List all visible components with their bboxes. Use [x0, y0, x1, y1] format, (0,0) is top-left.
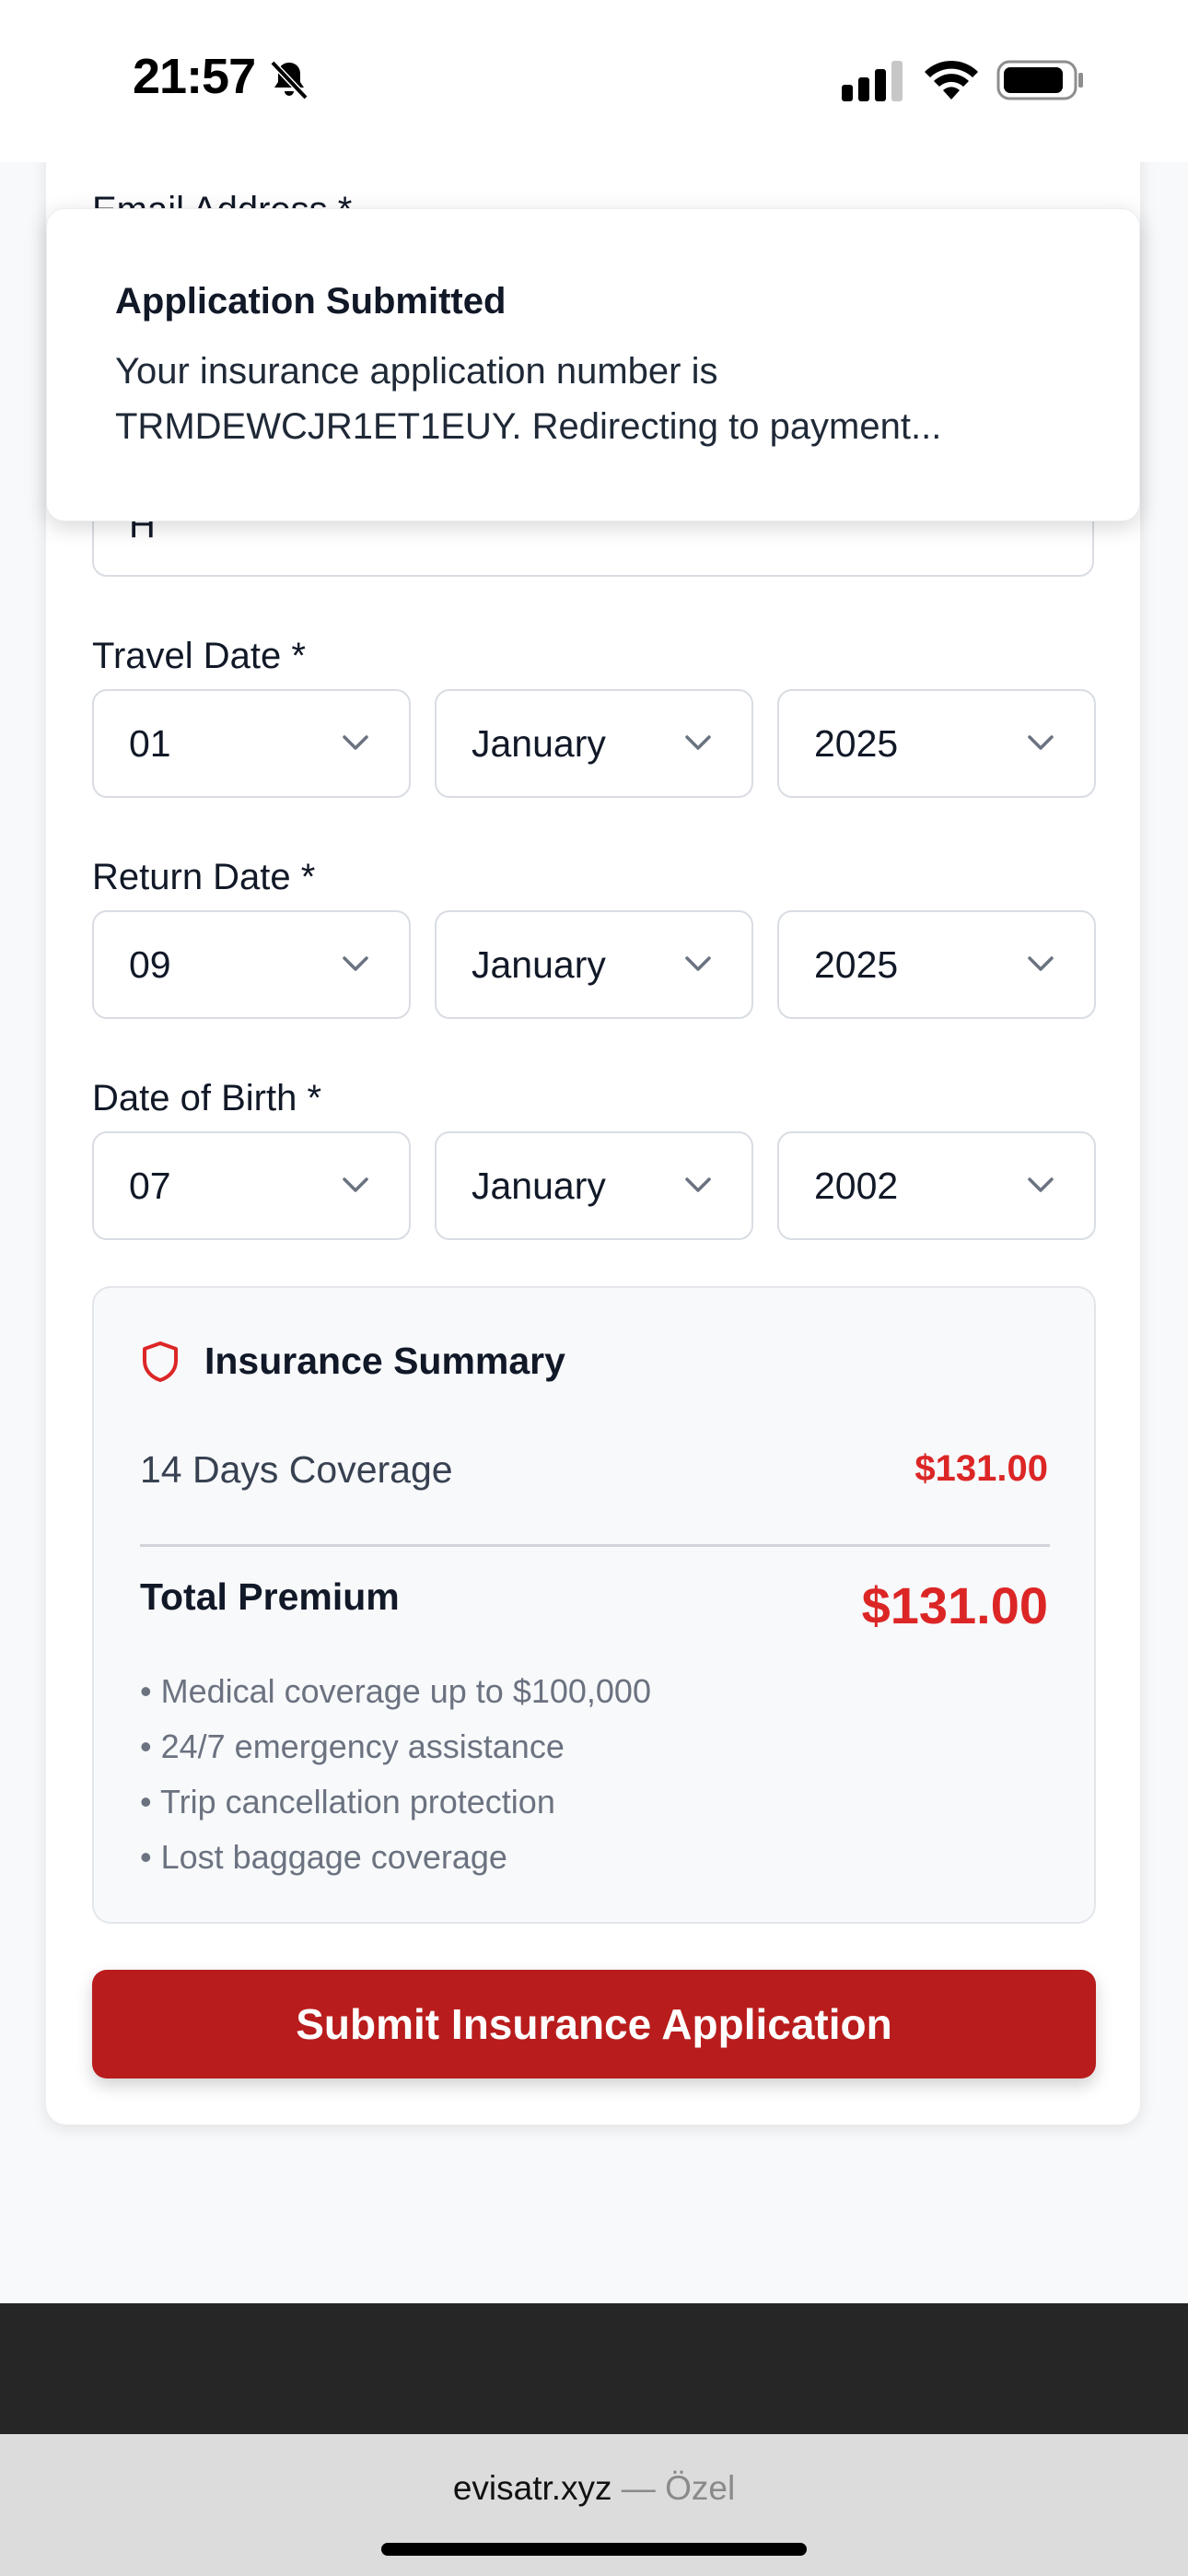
toast-message: Your insurance application number is TRM… [115, 351, 942, 447]
dob-label: Date of Birth * [92, 1078, 322, 1118]
summary-divider [140, 1544, 1050, 1547]
chevron-down-icon [685, 1177, 711, 1192]
coverage-label: 14 Days Coverage [140, 1448, 453, 1491]
chevron-down-icon [1028, 956, 1054, 971]
coverage-features-list: • Medical coverage up to $100,000 • 24/7… [140, 1664, 651, 1885]
chevron-down-icon [685, 956, 711, 971]
url-separator: — [611, 2469, 666, 2507]
dob-day-select[interactable]: 07 [92, 1131, 411, 1240]
cellular-signal-icon [842, 61, 903, 101]
dob-month-value: January [472, 1165, 606, 1207]
chevron-down-icon [685, 735, 711, 750]
battery-icon [996, 60, 1083, 100]
travel-day-select[interactable]: 01 [92, 689, 411, 798]
dob-year-select[interactable]: 2002 [777, 1131, 1096, 1240]
chevron-down-icon [343, 735, 368, 750]
url-domain: evisatr.xyz [452, 2469, 612, 2507]
chevron-down-icon [343, 1177, 368, 1192]
home-indicator[interactable] [381, 2543, 807, 2556]
return-month-select[interactable]: January [435, 910, 753, 1019]
return-day-select[interactable]: 09 [92, 910, 411, 1019]
total-premium-price: $131.00 [861, 1576, 1048, 1634]
feature-item: • Lost baggage coverage [140, 1838, 507, 1876]
travel-year-value: 2025 [814, 722, 899, 765]
toast-title: Application Submitted [115, 281, 507, 322]
return-date-label: Return Date * [92, 857, 316, 897]
url-display: evisatr.xyz — Özel [0, 2469, 1188, 2508]
return-year-value: 2025 [814, 943, 899, 986]
chevron-down-icon [343, 956, 368, 971]
submit-application-button[interactable]: Submit Insurance Application [92, 1970, 1096, 2078]
chevron-down-icon [1028, 1177, 1054, 1192]
status-time: 21:57 [133, 49, 256, 104]
feature-item: • Medical coverage up to $100,000 [140, 1672, 651, 1710]
return-year-select[interactable]: 2025 [777, 910, 1096, 1019]
bell-slash-icon [270, 60, 309, 100]
travel-month-select[interactable]: January [435, 689, 753, 798]
dob-year-value: 2002 [814, 1165, 899, 1207]
status-bar: 21:57 [0, 0, 1188, 162]
summary-title: Insurance Summary [204, 1340, 565, 1382]
shield-icon [143, 1341, 178, 1382]
browser-toolbar-background [0, 2303, 1188, 2434]
feature-item: • Trip cancellation protection [140, 1783, 555, 1821]
chevron-down-icon [1028, 735, 1054, 750]
dob-month-select[interactable]: January [435, 1131, 753, 1240]
private-browsing-label: Özel [665, 2469, 736, 2507]
travel-date-label: Travel Date * [92, 636, 306, 676]
travel-month-value: January [472, 722, 606, 765]
return-day-value: 09 [129, 943, 171, 986]
feature-item: • 24/7 emergency assistance [140, 1727, 565, 1765]
travel-year-select[interactable]: 2025 [777, 689, 1096, 798]
wifi-icon [925, 60, 978, 100]
total-premium-label: Total Premium [140, 1575, 400, 1618]
coverage-price: $131.00 [914, 1448, 1048, 1489]
dob-day-value: 07 [129, 1165, 171, 1207]
submission-toast: Application Submitted Your insurance app… [46, 208, 1140, 521]
insurance-summary: Insurance Summary 14 Days Coverage $131.… [92, 1286, 1096, 1924]
travel-day-value: 01 [129, 722, 171, 765]
return-month-value: January [472, 943, 606, 986]
